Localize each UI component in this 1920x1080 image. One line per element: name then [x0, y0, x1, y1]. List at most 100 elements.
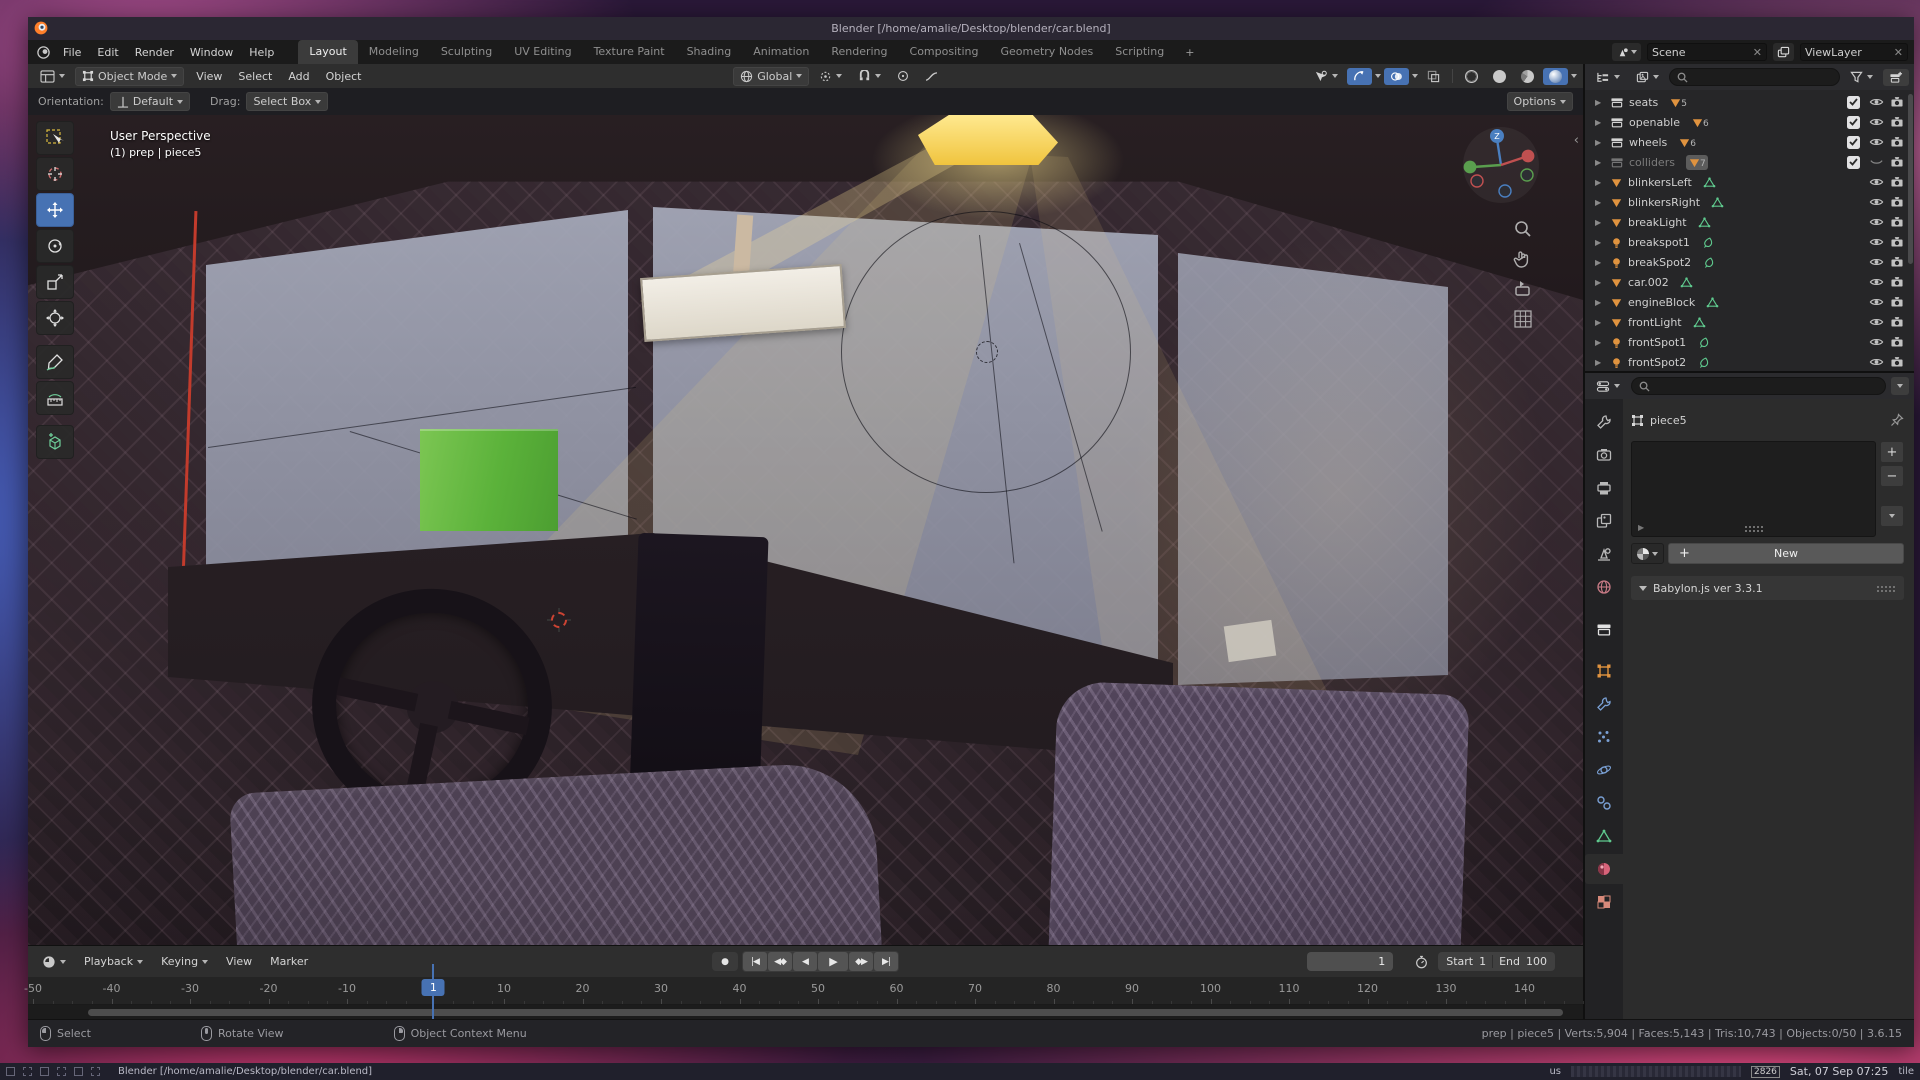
camera-visibility-toggle[interactable] [1888, 276, 1906, 288]
outliner-row-car-002[interactable]: ▶ car.002 [1585, 272, 1914, 292]
hide-eye-toggle[interactable] [1867, 276, 1885, 288]
outliner-item-name[interactable]: openable [1629, 116, 1680, 129]
transform-orientation-dropdown[interactable]: Global [733, 67, 809, 86]
workspace-tab-texture-paint[interactable]: Texture Paint [583, 40, 676, 64]
properties-search-field[interactable] [1631, 377, 1886, 395]
expand-arrow-icon[interactable]: ▶ [1595, 238, 1605, 247]
workspace-tab-uv-editing[interactable]: UV Editing [503, 40, 582, 64]
show-gizmo-toggle[interactable] [1347, 68, 1372, 85]
properties-tab-particles[interactable] [1585, 722, 1623, 752]
play-button[interactable]: ▶ [818, 952, 848, 971]
workspace-tab-rendering[interactable]: Rendering [820, 40, 898, 64]
outliner-row-wheels[interactable]: ▶ wheels 6 [1585, 132, 1914, 152]
current-frame-indicator[interactable]: 1 [422, 979, 445, 996]
use-preview-range-toggle[interactable] [1409, 953, 1434, 971]
collection-checkbox[interactable] [1844, 156, 1862, 169]
pin-icon[interactable] [1890, 413, 1904, 427]
viewport-menu-add[interactable]: Add [280, 67, 317, 86]
viewport-menu-view[interactable]: View [188, 67, 230, 86]
menu-help[interactable]: Help [241, 43, 282, 62]
material-slot-list[interactable]: ▶ [1631, 441, 1876, 537]
camera-visibility-toggle[interactable] [1888, 216, 1906, 228]
expand-arrow-icon[interactable]: ▶ [1595, 98, 1605, 107]
camera-visibility-toggle[interactable] [1888, 176, 1906, 188]
shading-material-button[interactable] [1515, 68, 1540, 85]
toggle-grid-icon[interactable] [1513, 309, 1533, 329]
outliner-item-name[interactable]: frontSpot1 [1628, 336, 1686, 349]
auto-keying-toggle[interactable]: ● [712, 952, 738, 971]
expand-arrow-icon[interactable]: ▶ [1595, 198, 1605, 207]
properties-tab-view-layer[interactable] [1585, 506, 1623, 536]
scene-name-field[interactable]: Scene ✕ [1647, 43, 1767, 61]
camera-visibility-toggle[interactable] [1888, 296, 1906, 308]
expand-arrow-icon[interactable]: ▶ [1595, 178, 1605, 187]
menu-file[interactable]: File [55, 43, 89, 62]
properties-tab-modifiers[interactable] [1585, 689, 1623, 719]
expand-arrow-icon[interactable]: ▶ [1595, 158, 1605, 167]
viewlayer-name-field[interactable]: ViewLayer ✕ [1800, 43, 1908, 61]
breadcrumb-object-name[interactable]: piece5 [1650, 414, 1687, 427]
panel-drag-grip[interactable] [1876, 585, 1896, 592]
viewlayer-unlink-icon[interactable]: ✕ [1894, 46, 1903, 59]
outliner-item-name[interactable]: seats [1629, 96, 1658, 109]
tool-move[interactable] [36, 193, 74, 227]
resize-grip[interactable] [1744, 525, 1764, 532]
outliner-display-mode-button[interactable] [1630, 69, 1665, 86]
blender-menu-icon[interactable] [36, 46, 51, 59]
timeline-ruler[interactable]: -50-40-30-20-101102030405060708090100110… [28, 977, 1583, 1005]
properties-tab-physics[interactable] [1585, 755, 1623, 785]
expand-arrow-icon[interactable]: ▶ [1595, 338, 1605, 347]
jump-to-end-button[interactable]: ▶| [874, 952, 898, 971]
workspace-tab-animation[interactable]: Animation [742, 40, 820, 64]
snap-toggle-button[interactable] [852, 68, 887, 85]
outliner-item-name[interactable]: engineBlock [1628, 296, 1695, 309]
outliner-filter-button[interactable] [1844, 69, 1879, 85]
outliner-search-field[interactable] [1669, 68, 1840, 86]
properties-tab-collection[interactable] [1585, 614, 1623, 644]
object-visibility-dropdown[interactable] [1308, 68, 1344, 85]
hide-eye-toggle[interactable] [1867, 256, 1885, 268]
remove-slot-button[interactable]: − [1880, 465, 1904, 487]
editor-type-button[interactable] [34, 68, 71, 85]
outliner-row-engineblock[interactable]: ▶ engineBlock [1585, 292, 1914, 312]
pan-view-icon[interactable] [1513, 249, 1533, 269]
expand-arrow-icon[interactable]: ▶ [1595, 318, 1605, 327]
workspace-tab-scripting[interactable]: Scripting [1104, 40, 1175, 64]
camera-visibility-toggle[interactable] [1888, 96, 1906, 108]
outliner-item-name[interactable]: frontLight [1628, 316, 1682, 329]
outliner-editor-type-button[interactable] [1590, 69, 1626, 86]
workspace-icon[interactable] [23, 1067, 32, 1076]
hide-eye-toggle[interactable] [1867, 236, 1885, 248]
zoom-view-icon[interactable] [1513, 219, 1533, 239]
camera-visibility-toggle[interactable] [1888, 156, 1906, 168]
expand-arrow-icon[interactable]: ▶ [1595, 258, 1605, 267]
expand-arrow-icon[interactable]: ▶ [1595, 278, 1605, 287]
outliner-row-blinkersright[interactable]: ▶ blinkersRight [1585, 192, 1914, 212]
hide-eye-toggle[interactable] [1867, 336, 1885, 348]
menu-edit[interactable]: Edit [89, 43, 126, 62]
scene-unlink-icon[interactable]: ✕ [1753, 46, 1762, 59]
prev-keyframe-button[interactable]: ◀◆ [768, 952, 792, 971]
mode-selector[interactable]: Object Mode [75, 67, 184, 86]
properties-tab-texture[interactable] [1585, 887, 1623, 917]
hide-eye-toggle[interactable] [1867, 296, 1885, 308]
expand-arrow-icon[interactable]: ▶ [1595, 138, 1605, 147]
new-collection-button[interactable] [1883, 69, 1909, 86]
babylon-addon-panel[interactable]: Babylon.js ver 3.3.1 [1631, 576, 1904, 600]
navigation-gizmo[interactable]: Z [1461, 125, 1541, 205]
tool-add-cube[interactable] [36, 425, 74, 459]
workspace-icon[interactable] [40, 1067, 49, 1076]
new-material-button[interactable]: +New [1668, 543, 1904, 564]
scene-browse-button[interactable] [1612, 43, 1641, 61]
camera-visibility-toggle[interactable] [1888, 336, 1906, 348]
properties-tab-output[interactable] [1585, 473, 1623, 503]
add-slot-button[interactable]: + [1880, 441, 1904, 463]
properties-editor-type-button[interactable] [1590, 378, 1626, 395]
timeline-menu-view[interactable]: View [218, 952, 260, 971]
orientation-dropdown[interactable]: Default [110, 92, 190, 111]
outliner-row-frontspot1[interactable]: ▶ frontSpot1 [1585, 332, 1914, 352]
tool-measure[interactable] [36, 381, 74, 415]
timeline-menu-playback[interactable]: Playback [76, 952, 151, 971]
hide-eye-toggle[interactable] [1867, 136, 1885, 148]
slot-expand-arrow[interactable]: ▶ [1638, 523, 1644, 532]
